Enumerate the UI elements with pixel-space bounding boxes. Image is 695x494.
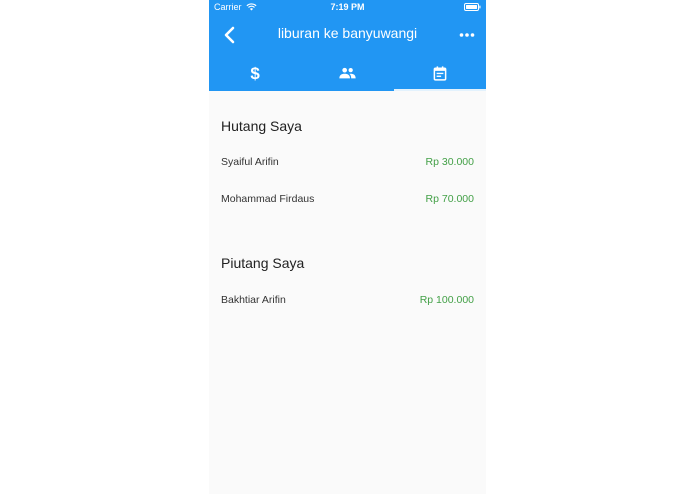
- person-name: Mohammad Firdaus: [221, 193, 315, 205]
- person-name: Syaiful Arifin: [221, 156, 279, 168]
- person-name: Bakhtiar Arifin: [221, 294, 286, 306]
- debt-amount: Rp 30.000: [425, 156, 474, 168]
- receivables-section-title: Piutang Saya: [221, 255, 305, 271]
- tab-expenses[interactable]: $: [209, 55, 301, 91]
- tab-summary[interactable]: [393, 55, 486, 91]
- status-bar: Carrier 7:19 PM: [209, 0, 486, 15]
- back-button[interactable]: [219, 24, 241, 46]
- page-title: liburan ke banyuwangi: [277, 25, 418, 41]
- debts-section-title: Hutang Saya: [221, 118, 302, 134]
- app-bar: Carrier 7:19 PM liburan ke banyuwangi $: [209, 0, 486, 91]
- tab-indicator: [393, 89, 486, 91]
- list-item[interactable]: Syaiful Arifin Rp 30.000: [221, 154, 474, 170]
- list-item[interactable]: Mohammad Firdaus Rp 70.000: [221, 191, 474, 207]
- toolbar: liburan ke banyuwangi: [209, 15, 486, 55]
- chevron-left-icon: [224, 26, 235, 44]
- phone-screen: Carrier 7:19 PM liburan ke banyuwangi $ …: [209, 0, 486, 494]
- more-horizontal-icon: [459, 33, 475, 37]
- status-time: 7:19 PM: [330, 2, 365, 12]
- event-note-icon: [433, 65, 447, 81]
- battery-icon: [464, 3, 481, 11]
- list-item[interactable]: Bakhtiar Arifin Rp 100.000: [221, 292, 474, 308]
- receivable-amount: Rp 100.000: [419, 294, 474, 306]
- tab-bar: $: [209, 55, 486, 91]
- dollar-icon: $: [250, 63, 260, 83]
- debt-amount: Rp 70.000: [425, 193, 474, 205]
- more-options-button[interactable]: [456, 24, 478, 46]
- tab-members[interactable]: [301, 55, 393, 91]
- people-icon: [339, 67, 356, 79]
